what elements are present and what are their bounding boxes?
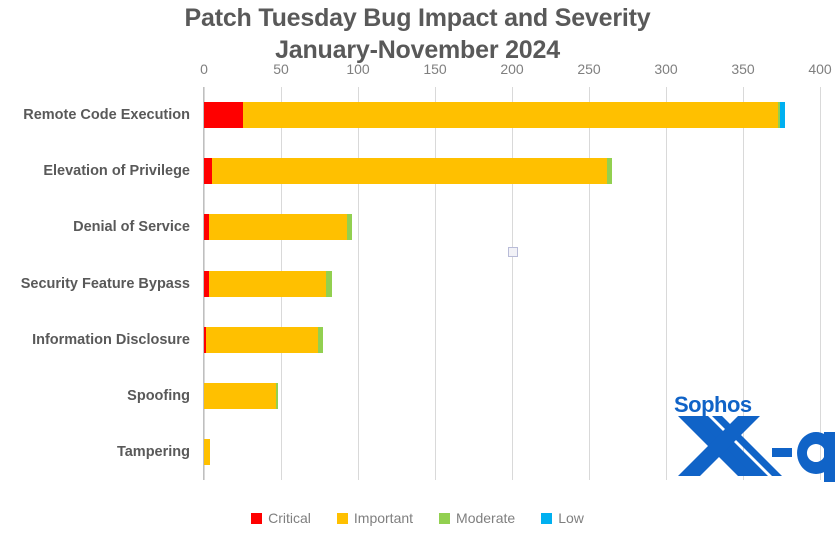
bar-segment-important[interactable] [242,102,779,129]
x-axis-tick-label: 100 [346,61,370,77]
x-axis-tick-label: 350 [731,61,755,77]
stacked-bar[interactable] [204,382,278,409]
bar-segment-important[interactable] [211,158,608,185]
stacked-bar[interactable] [204,270,332,297]
bar-row: Information Disclosure [32,326,820,353]
category-label: Security Feature Bypass [20,275,190,292]
category-label: Information Disclosure [32,331,190,348]
bar-segment-critical[interactable] [204,102,243,129]
legend-item[interactable]: Critical [251,511,311,525]
bar-row: Elevation of Privilege [43,158,820,185]
category-label: Elevation of Privilege [43,163,190,180]
bar-segment-moderate[interactable] [276,382,278,409]
legend-label: Low [558,510,584,526]
x-axis-tick-label: 50 [273,61,289,77]
bar-row: Tampering [117,438,820,465]
x-axis-tick-label: 300 [654,61,678,77]
category-label: Denial of Service [73,219,190,236]
category-label: Tampering [116,443,190,460]
chart-title-line-1: Patch Tuesday Bug Impact and Severity [184,4,651,32]
stacked-bar[interactable] [204,326,323,353]
stacked-bar[interactable] [204,438,211,465]
chart-title-line-2: January-November 2024 [275,36,560,64]
bar-segment-critical[interactable] [204,158,212,185]
category-label: Spoofing [127,387,190,404]
legend-swatch-icon [541,512,553,524]
legend-label: Important [353,510,414,526]
legend-item[interactable]: Important [336,510,414,526]
legend-label: Critical [268,510,311,526]
stacked-bar[interactable] [204,102,785,129]
gridline [820,87,821,480]
x-axis-tick-label: 200 [500,61,524,77]
chart-container: Patch Tuesday Bug Impact and Severity Ja… [0,0,835,535]
legend-swatch-icon [439,512,451,524]
bar-segment-important[interactable] [204,382,277,409]
bar-segment-important[interactable] [208,270,326,297]
legend-swatch-icon [251,512,263,524]
bar-row: Security Feature Bypass [21,270,820,297]
stray-artifact [508,247,518,257]
bar-segment-moderate[interactable] [607,158,613,185]
legend-swatch-icon [336,512,348,524]
legend-item[interactable]: Low [541,511,584,525]
x-axis-tick-label: 0 [200,61,208,77]
bar-row: Denial of Service [73,214,820,241]
x-axis-tick-label: 250 [577,61,601,77]
stacked-bar[interactable] [204,214,352,241]
bar-segment-important[interactable] [204,438,211,465]
x-axis-tick-label: 150 [423,61,447,77]
bar-row: Spoofing [127,382,820,409]
stacked-bar[interactable] [204,158,613,185]
bar-row: Remote Code Execution [23,102,820,129]
bar-segment-low[interactable] [779,102,785,129]
category-label: Remote Code Execution [23,107,190,124]
chart-legend: Critical Important Moderate Low [0,511,835,525]
bar-segment-moderate[interactable] [347,214,352,241]
x-axis-tick-label: 400 [808,61,832,77]
bar-segment-moderate[interactable] [317,326,323,353]
plot-area: 0 50 100 150 200 250 300 350 400 Remote Code Exe… [21,61,832,480]
bar-segment-moderate[interactable] [325,270,332,297]
bar-segment-important[interactable] [208,214,348,241]
legend-item[interactable]: Moderate [439,511,515,525]
legend-label: Moderate [456,510,516,526]
chart-title: Patch Tuesday Bug Impact and Severity Ja… [0,2,835,66]
bar-segment-important[interactable] [205,326,318,353]
